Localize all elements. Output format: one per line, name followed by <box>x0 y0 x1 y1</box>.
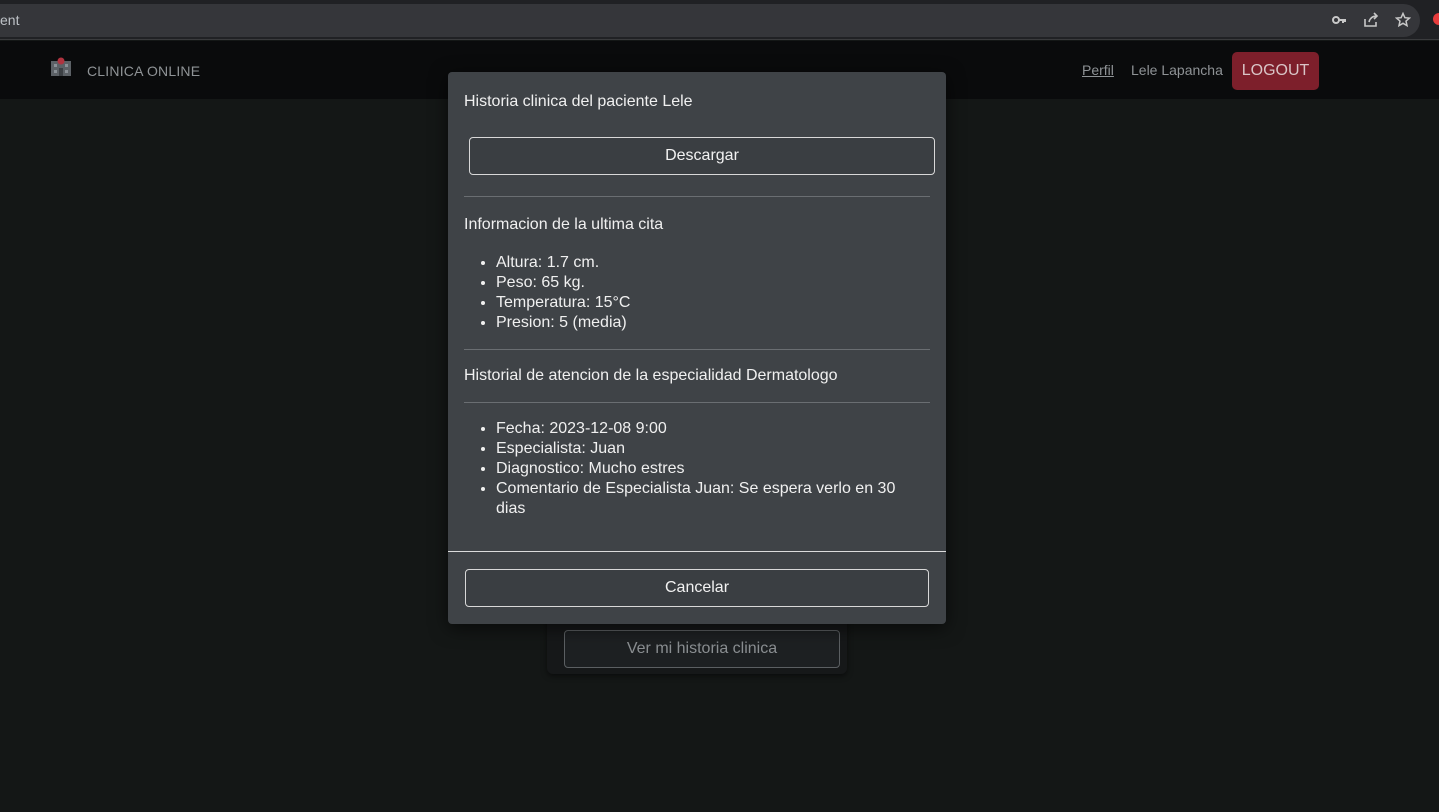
share-icon[interactable] <box>1362 12 1380 30</box>
list-item: Especialista: Juan <box>496 439 914 459</box>
clinic-logo-icon[interactable] <box>50 56 72 78</box>
perfil-link[interactable]: Perfil <box>1082 62 1114 78</box>
list-item: Peso: 65 kg. <box>496 273 914 293</box>
list-item: Fecha: 2023-12-08 9:00 <box>496 419 914 439</box>
key-icon[interactable] <box>1330 12 1348 30</box>
brand-name[interactable]: CLINICA ONLINE <box>87 63 200 79</box>
modal-title: Historia clinica del paciente Lele <box>464 93 693 110</box>
specialty-history-list: Fecha: 2023-12-08 9:00 Especialista: Jua… <box>464 419 914 519</box>
list-item: Temperatura: 15°C <box>496 293 914 313</box>
last-visit-list: Altura: 1.7 cm. Peso: 65 kg. Temperatura… <box>464 253 914 333</box>
medical-history-modal: Historia clinica del paciente Lele Desca… <box>448 72 946 624</box>
divider <box>464 349 930 350</box>
browser-toolbar: ent <box>0 0 1439 40</box>
download-button[interactable]: Descargar <box>469 137 935 175</box>
address-bar[interactable]: ent <box>0 4 1420 37</box>
list-item: Altura: 1.7 cm. <box>496 253 914 273</box>
list-item: Diagnostico: Mucho estres <box>496 459 914 479</box>
divider <box>464 196 930 197</box>
star-icon[interactable] <box>1394 11 1412 30</box>
extension-icon[interactable] <box>1433 13 1439 25</box>
last-visit-heading: Informacion de la ultima cita <box>464 216 664 233</box>
ver-historia-button[interactable]: Ver mi historia clinica <box>564 630 840 668</box>
address-text: ent <box>0 12 20 28</box>
modal-footer-divider <box>448 551 946 552</box>
list-item: Comentario de Especialista Juan: Se espe… <box>496 479 914 519</box>
list-item: Presion: 5 (media) <box>496 313 914 333</box>
divider <box>464 402 930 403</box>
cancel-button[interactable]: Cancelar <box>465 569 929 607</box>
user-name: Lele Lapancha <box>1131 62 1223 78</box>
logout-button[interactable]: LOGOUT <box>1232 52 1319 90</box>
specialty-history-heading: Historial de atencion de la especialidad… <box>464 367 838 384</box>
